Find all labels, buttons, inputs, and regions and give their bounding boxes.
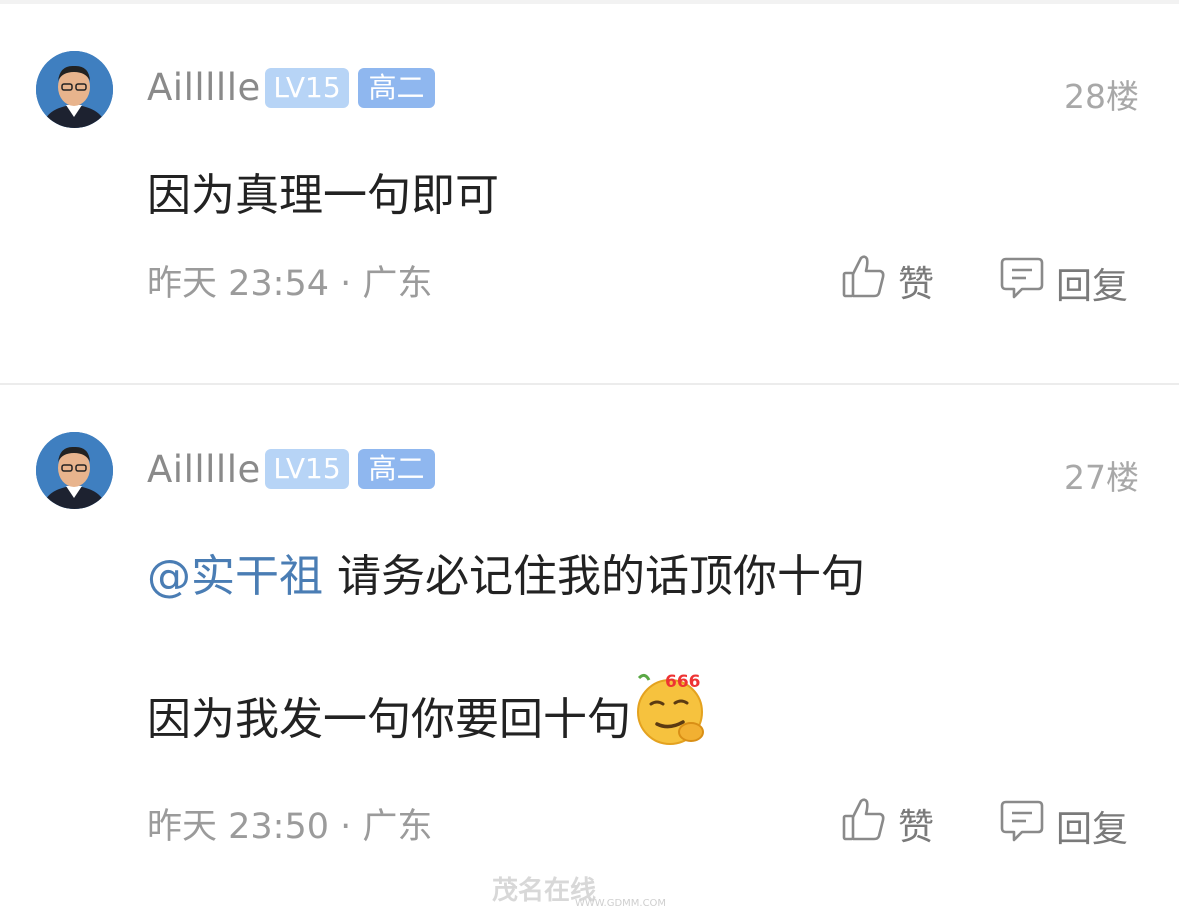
avatar[interactable] [36,432,113,509]
smirk-emoji-icon: 666 [635,670,713,759]
reply-button[interactable]: 回复 [1000,255,1128,310]
emoji-666-text: 666 [665,672,701,692]
reply-label: 回复 [1056,808,1129,850]
grade-badge: 高二 [358,449,435,489]
floor-number: 28楼 [1064,77,1139,116]
like-button[interactable]: 赞 [842,796,934,851]
floor-number: 27楼 [1064,458,1139,497]
level-badge: LV15 [265,449,349,489]
level-badge: LV15 [265,68,349,108]
reply-button[interactable]: 回复 [1000,798,1128,853]
comment-meta: 昨天 23:50 · 广东 [147,807,433,847]
thumbs-up-icon [842,253,886,308]
comment-bubble-icon [1000,255,1044,310]
comment-bubble-icon [1000,798,1044,853]
comment-meta: 昨天 23:54 · 广东 [147,264,433,304]
comment-divider [0,383,1179,385]
username[interactable]: Aillllle [147,448,261,491]
watermark-url: WWW.GDMM.COM [575,898,667,909]
top-separator [0,0,1179,4]
like-label: 赞 [898,263,935,305]
like-button[interactable]: 赞 [842,253,934,308]
reply-label: 回复 [1056,265,1129,307]
comment-text: 因为真理一句即可 [147,170,499,221]
avatar[interactable] [36,51,113,128]
username[interactable]: Aillllle [147,66,261,109]
grade-badge: 高二 [358,68,435,108]
comment-text: 因为我发一句你要回十句 [147,694,631,745]
comment-text-line-2: 因为我发一句你要回十句 666 [147,670,713,759]
mention-link[interactable]: @实干祖 [147,551,323,602]
thumbs-up-icon [842,796,886,851]
comment-text: 请务必记住我的话顶你十句 [337,551,865,602]
like-label: 赞 [898,806,935,848]
comment-text-line-1: @实干祖 请务必记住我的话顶你十句 [147,540,865,604]
